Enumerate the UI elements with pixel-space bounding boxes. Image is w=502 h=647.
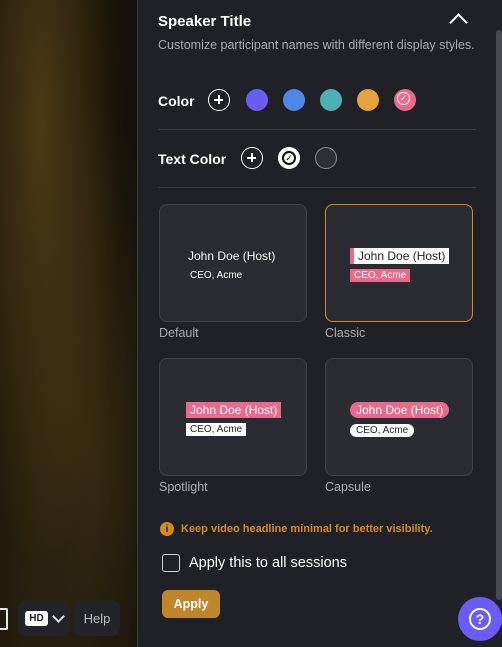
color-label: Color	[158, 93, 195, 109]
apply-all-label: Apply this to all sessions	[189, 555, 347, 571]
chevron-down-icon	[51, 609, 65, 623]
stage-toolbar: HD Help	[0, 600, 137, 638]
add-text-color-button[interactable]	[241, 147, 263, 169]
preview-name: John Doe (Host)	[188, 249, 276, 263]
text-color-swatch-dark[interactable]	[315, 147, 337, 169]
style-card-classic[interactable]: John Doe (Host) CEO, Acme	[325, 204, 473, 322]
style-label-spotlight: Spotlight	[159, 480, 208, 494]
color-swatch-orange[interactable]	[357, 89, 379, 111]
video-stage: HD Help	[0, 0, 137, 647]
chevron-up-icon[interactable]	[449, 13, 468, 32]
style-card-spotlight[interactable]: John Doe (Host) CEO, Acme	[159, 358, 307, 476]
info-text: Keep video headline minimal for better v…	[181, 523, 433, 535]
speaker-title-panel: Speaker Title Customize participant name…	[137, 0, 502, 647]
add-color-button[interactable]	[208, 89, 230, 111]
style-label-classic: Classic	[325, 326, 366, 340]
style-card-capsule[interactable]: John Doe (Host) CEO, Acme	[325, 358, 473, 476]
check-icon: ✓	[397, 92, 410, 105]
color-swatch-pink[interactable]: ✓	[394, 89, 416, 111]
check-icon: ✓	[282, 151, 296, 165]
preview-role: CEO, Acme	[350, 424, 415, 437]
panel-title: Speaker Title	[158, 13, 252, 30]
preview-name: John Doe (Host)	[186, 402, 282, 418]
quality-button[interactable]: HD	[18, 600, 70, 636]
style-card-default[interactable]: John Doe (Host) CEO, Acme	[159, 204, 307, 322]
preview-name: John Doe (Host)	[350, 248, 450, 264]
help-button[interactable]: Help	[74, 600, 120, 636]
apply-all-row[interactable]: Apply this to all sessions	[162, 554, 347, 572]
style-label-capsule: Capsule	[325, 480, 371, 494]
divider	[158, 129, 476, 130]
hd-badge: HD	[25, 610, 48, 626]
panel-description: Customize participant names with differe…	[158, 38, 475, 52]
text-color-swatch-white[interactable]: ✓	[278, 147, 300, 169]
color-swatch-teal[interactable]	[320, 89, 342, 111]
preview-role: CEO, Acme	[350, 269, 411, 282]
preview-role: CEO, Acme	[186, 423, 247, 436]
divider	[158, 187, 476, 188]
preview-role: CEO, Acme	[190, 270, 243, 281]
info-note: i Keep video headline minimal for better…	[160, 522, 433, 536]
question-icon: ?	[469, 608, 491, 630]
apply-all-checkbox[interactable]	[162, 554, 180, 572]
text-color-label: Text Color	[158, 151, 227, 167]
style-label-default: Default	[159, 326, 199, 340]
preview-name: John Doe (Host)	[350, 402, 450, 418]
color-swatch-blue[interactable]	[283, 89, 305, 111]
scrollbar[interactable]	[496, 30, 502, 600]
help-fab[interactable]: ?	[458, 597, 502, 641]
color-swatch-purple[interactable]	[246, 89, 268, 111]
screen-icon[interactable]	[0, 608, 8, 630]
apply-button[interactable]: Apply	[162, 590, 220, 618]
info-icon: i	[160, 522, 174, 536]
